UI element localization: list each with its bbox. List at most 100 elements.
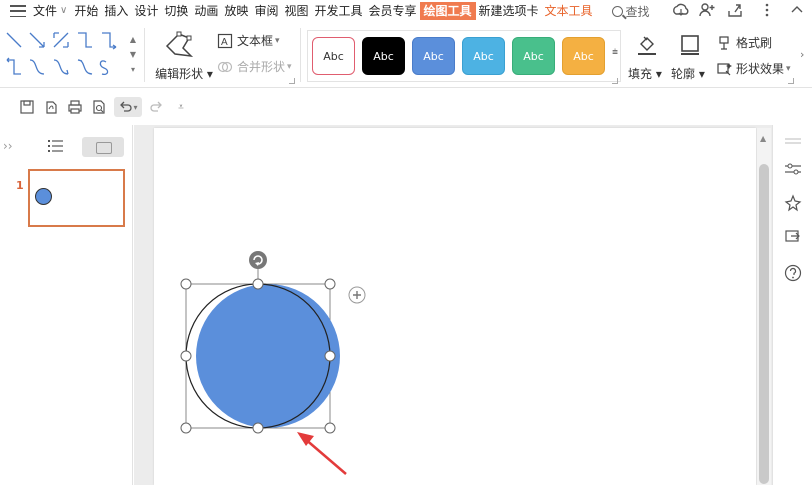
save-icon[interactable] xyxy=(18,98,36,116)
chevron-down-icon[interactable]: ∨ xyxy=(60,0,71,22)
tab-transition[interactable]: 切换 xyxy=(161,0,191,22)
fill-button[interactable]: 填充 ▾ xyxy=(628,32,666,82)
paint-bucket-icon xyxy=(638,36,656,55)
fill-label: 填充 ▾ xyxy=(628,67,662,81)
outline-button[interactable]: 轮廓 ▾ xyxy=(671,32,709,82)
undo-button[interactable]: ▾ xyxy=(114,97,142,117)
tab-insert[interactable]: 插入 xyxy=(101,0,131,22)
tab-drawing-tools[interactable]: 绘图工具 xyxy=(419,2,476,20)
redo-icon[interactable] xyxy=(148,98,166,116)
search-box[interactable]: 查找 xyxy=(611,3,650,20)
add-user-icon[interactable] xyxy=(698,2,716,18)
edit-shape-button[interactable]: 编辑形状 ▾ xyxy=(152,30,213,82)
merge-shape-label: 合并形状 xyxy=(237,60,286,74)
ribbon-scroll-right-icon[interactable]: › xyxy=(800,48,804,61)
slide-content xyxy=(180,251,366,475)
tab-design[interactable]: 设计 xyxy=(131,0,161,22)
help-icon[interactable] xyxy=(783,263,803,283)
ribbon-divider xyxy=(300,28,301,82)
customize-toolbar-icon[interactable]: ⩡ xyxy=(172,98,190,116)
gallery-up-icon[interactable]: ▲ xyxy=(130,32,136,47)
expand-panel-icon[interactable]: ›› xyxy=(3,139,13,153)
svg-text:A: A xyxy=(221,37,228,48)
tab-view[interactable]: 视图 xyxy=(281,0,311,22)
undo-icon xyxy=(120,101,133,112)
line-shape-icon xyxy=(6,32,22,48)
elbow-arrow-icon xyxy=(102,32,117,50)
slide-thumbnail[interactable] xyxy=(28,169,125,227)
tab-animation[interactable]: 动画 xyxy=(191,0,221,22)
scroll-up-icon[interactable]: ▲ xyxy=(760,134,766,143)
menu-bar: 文件 ∨ 开始 插入 设计 切换 动画 放映 审阅 视图 开发工具 会员专享 绘… xyxy=(0,0,812,22)
style-swatch-orange[interactable]: Abc xyxy=(562,37,605,75)
chevron-down-icon: ▾ xyxy=(287,61,292,72)
chevron-down-icon[interactable]: ▾ xyxy=(133,103,137,112)
chevron-down-icon: ▾ xyxy=(786,63,791,74)
tab-new[interactable]: 新建选项卡 xyxy=(476,0,542,22)
vertical-scrollbar[interactable]: ▲ xyxy=(757,128,771,485)
share-icon[interactable] xyxy=(726,2,744,18)
shape-effect-button[interactable]: 形状效果 ▾ xyxy=(716,60,791,77)
line-shapes-gallery xyxy=(4,30,142,80)
menu-file[interactable]: 文件 xyxy=(30,0,60,22)
slide-view-tab[interactable] xyxy=(82,137,124,157)
textbox-button[interactable]: A 文本框 ▾ xyxy=(217,32,280,49)
style-swatch-outline-red[interactable]: Abc xyxy=(312,37,355,75)
style-swatch-blue[interactable]: Abc xyxy=(412,37,455,75)
print-preview-icon[interactable] xyxy=(90,98,108,116)
shape-effect-icon xyxy=(717,62,732,75)
textbox-icon: A xyxy=(217,33,233,48)
menu-icon[interactable] xyxy=(10,5,26,17)
search-icon xyxy=(611,5,623,17)
tab-home[interactable]: 开始 xyxy=(71,0,101,22)
red-annotation-arrow xyxy=(303,437,347,475)
format-painter-icon xyxy=(719,35,729,50)
scrollbar-thumb[interactable] xyxy=(759,164,769,484)
collapse-ribbon-icon[interactable] xyxy=(790,2,804,18)
tab-member[interactable]: 会员专享 xyxy=(365,0,419,22)
curved-double-arrow-icon xyxy=(77,59,93,75)
rotate-handle-icon xyxy=(249,251,267,269)
tab-slideshow[interactable]: 放映 xyxy=(221,0,251,22)
tab-text-tools[interactable]: 文本工具 xyxy=(542,0,596,22)
slide-canvas[interactable] xyxy=(154,128,756,485)
outline-icon xyxy=(681,35,699,55)
curved-arrow-icon xyxy=(53,59,69,75)
blue-circle-shape xyxy=(196,284,340,428)
styles-more-icon[interactable]: ⩧ xyxy=(612,47,618,58)
tab-developer[interactable]: 开发工具 xyxy=(311,0,365,22)
dialog-launcher-icon[interactable] xyxy=(612,78,618,84)
properties-icon[interactable] xyxy=(783,159,803,179)
style-swatch-black[interactable]: Abc xyxy=(362,37,405,75)
slide-transition-icon[interactable] xyxy=(783,227,803,247)
gallery-down-icon[interactable]: ▼ xyxy=(130,47,136,62)
format-painter-label: 格式刷 xyxy=(736,36,773,50)
pin-icon[interactable] xyxy=(783,193,803,213)
cloud-icon[interactable] xyxy=(672,2,690,18)
search-label: 查找 xyxy=(625,4,650,19)
edit-shape-label: 编辑形状 ▾ xyxy=(155,67,213,81)
dialog-launcher-icon[interactable] xyxy=(289,78,295,84)
ribbon-divider xyxy=(144,28,145,82)
ribbon-toolbar: ▲ ▼ ▾ 编辑形状 ▾ A 文本框 ▾ 合并形状 ▾ Abc Abc Abc … xyxy=(0,22,812,88)
arrow-line-shape-icon xyxy=(29,32,45,48)
export-pdf-icon[interactable] xyxy=(42,98,60,116)
gallery-scroll[interactable]: ▲ ▼ ▾ xyxy=(128,32,138,78)
tab-review[interactable]: 审阅 xyxy=(251,0,281,22)
shape-effect-label: 形状效果 xyxy=(736,62,785,76)
merge-shape-button[interactable]: 合并形状 ▾ xyxy=(217,58,292,75)
more-vertical-icon[interactable] xyxy=(764,2,770,18)
slides-panel: ›› 1 xyxy=(0,125,133,485)
style-swatch-green[interactable]: Abc xyxy=(512,37,555,75)
gallery-expand-icon[interactable]: ▾ xyxy=(131,62,135,77)
edit-shape-icon xyxy=(165,31,194,58)
double-arrow-shape-icon xyxy=(53,32,69,48)
format-painter-button[interactable]: 格式刷 xyxy=(716,34,772,51)
curved-connector-icon xyxy=(29,59,45,75)
print-icon[interactable] xyxy=(66,98,84,116)
drag-handle-icon[interactable] xyxy=(783,131,803,151)
quick-access-toolbar: ▾ ⩡ xyxy=(0,89,812,125)
style-swatch-light-blue[interactable]: Abc xyxy=(462,37,505,75)
outline-view-icon[interactable] xyxy=(48,139,64,153)
dialog-launcher-icon[interactable] xyxy=(788,78,794,84)
